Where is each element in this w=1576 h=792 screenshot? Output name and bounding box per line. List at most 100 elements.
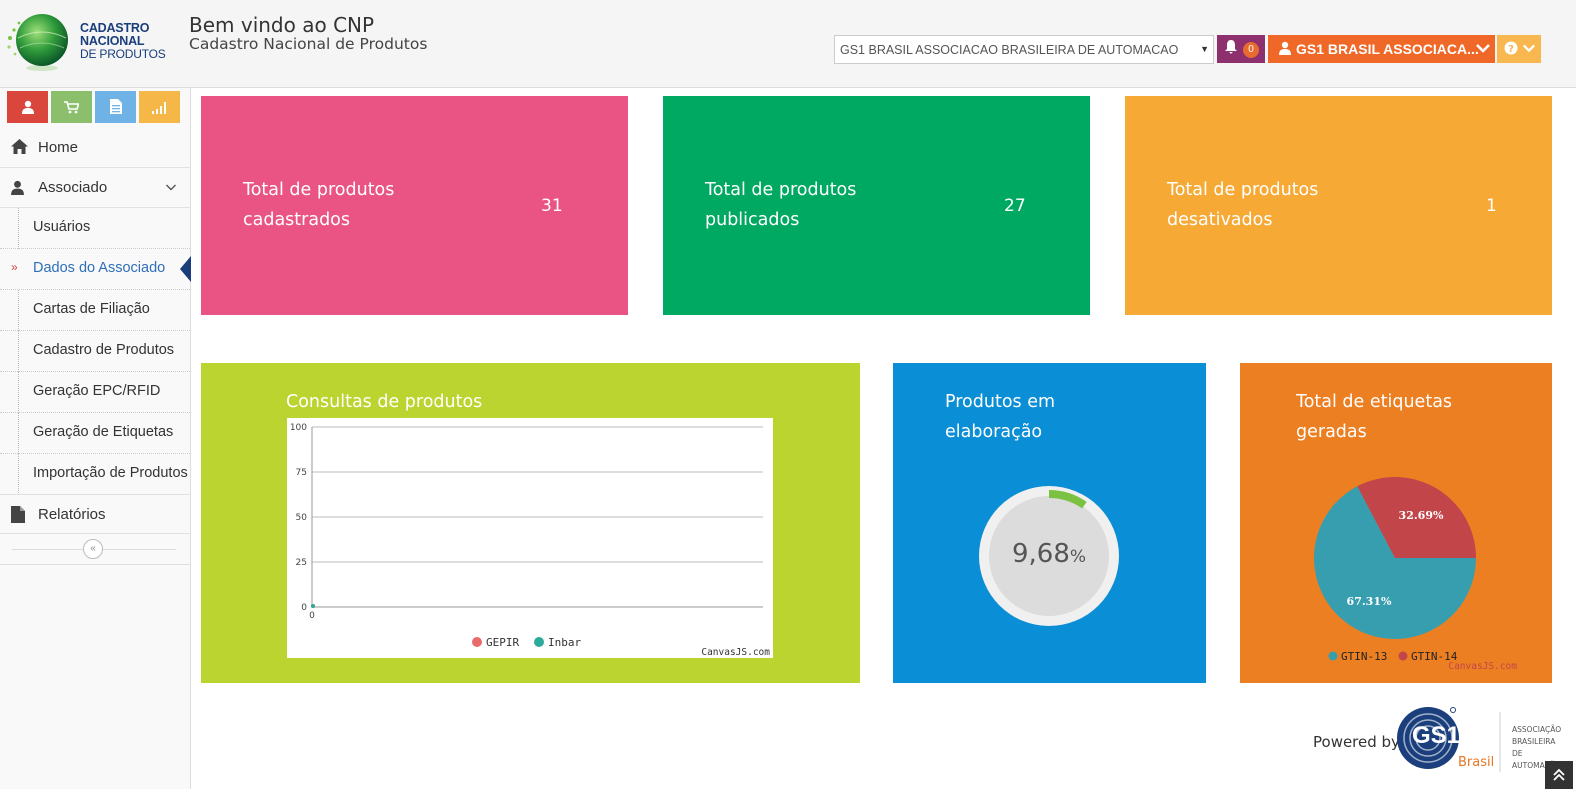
notifications-button[interactable]: 0 [1217,35,1265,63]
collapse-sidebar-button[interactable]: « [83,539,103,559]
donut-value: 9,68 [1011,539,1070,569]
chevron-down-icon [1475,40,1491,59]
tree-line [18,454,19,495]
legend-label: GTIN-13 [1341,650,1387,663]
tile-label-line1: Produtos em [945,392,1056,412]
gs1-brasil-logo: GS1 Brasil ASSOCIAÇÃO BRASILEIRA DE AUTO… [1394,706,1570,776]
tree-line [18,290,19,331]
shortcut-document-button[interactable] [95,91,136,123]
tile-label: Total de produtos desativados [1167,175,1318,235]
data-point-inbar [311,604,315,608]
powered-by-text: Powered by [1313,733,1400,751]
cnp-logo[interactable]: CADASTRO NACIONAL DE PRODUTOS [4,8,184,74]
sidebar-item-relatorios[interactable]: Relatórios [0,494,190,534]
sidebar: Home Associado Usuários » Dados do Assoc… [0,88,191,789]
chevron-down-icon [1522,42,1536,58]
signal-icon [151,102,166,114]
help-icon: ? [1504,41,1522,58]
sidebar-subitem-usuarios[interactable]: Usuários [0,208,190,249]
tile-value: 1 [1486,196,1497,216]
elaboracao-progress-donut: 9,68% [978,485,1120,627]
sidebar-subitem-importacao-de-produtos[interactable]: Importação de Produtos [0,454,190,495]
y-tick-label: 75 [296,468,307,478]
sidebar-subitem-geracao-de-etiquetas[interactable]: Geração de Etiquetas [0,413,190,454]
donut-label: 9,68% [978,539,1120,569]
divider [0,564,190,565]
legend-label: Inbar [548,636,581,649]
consultas-line-chart: 100 75 50 25 0 0 GEPIR Inbar CanvasJS.com [287,418,773,658]
sidebar-subitem-geracao-epc-rfid[interactable]: Geração EPC/RFID [0,372,190,413]
user-icon [21,100,34,114]
y-tick-label: 25 [296,558,307,568]
tile-label-line1: Total de produtos [705,180,857,200]
document-icon [109,99,122,114]
sidebar-subitem-dados-do-associado[interactable]: » Dados do Associado [0,249,191,290]
gs1-org-line2: BRASILEIRA [1512,737,1556,746]
double-chevron-left-icon: « [90,543,96,554]
notifications-badge: 0 [1243,42,1259,58]
user-name: GS1 BRASIL ASSOCIACA... [1296,41,1479,57]
legend-marker [534,637,544,647]
cart-icon [64,101,80,114]
sidebar-item-label: Associado [38,179,108,196]
sidebar-subitem-label: Cartas de Filiação [33,301,150,317]
y-tick-label: 100 [290,423,307,433]
double-chevron-up-icon [1553,768,1565,781]
x-tick-label: 0 [309,611,315,621]
sidebar-subitem-label: Importação de Produtos [33,465,188,481]
user-menu-button[interactable]: GS1 BRASIL ASSOCIACA... [1268,35,1495,63]
legend-label: GEPIR [486,636,519,649]
tile-value: 27 [1004,196,1026,216]
tile-title: Consultas de produtos [286,392,483,412]
sidebar-subitem-cadastro-de-produtos[interactable]: Cadastro de Produtos [0,331,190,372]
pie-data-label: 67.31% [1347,595,1392,608]
chevron-down-icon [165,180,177,197]
sidebar-subitem-label: Geração EPC/RFID [33,383,161,399]
y-tick-label: 50 [296,513,308,523]
sidebar-subitem-label: Dados do Associado [33,260,166,276]
welcome-title: Bem vindo ao CNP [189,13,375,37]
tile-label: Produtos em elaboração [945,387,1055,447]
tree-line [18,208,19,249]
help-button[interactable]: ? [1497,35,1541,63]
svg-text:?: ? [1508,44,1514,55]
organization-select-value: GS1 BRASIL ASSOCIACAO BRASILEIRA DE AUTO… [840,43,1179,57]
gs1-brand-subtext: Brasil [1458,755,1495,770]
user-icon [1279,41,1291,58]
tree-line [18,372,19,413]
chart-credit: CanvasJS.com [701,647,770,658]
logo-text: CADASTRO NACIONAL DE PRODUTOS [80,22,166,61]
shortcut-cart-button[interactable] [51,91,92,123]
organization-select[interactable]: GS1 BRASIL ASSOCIACAO BRASILEIRA DE AUTO… [834,35,1214,64]
sidebar-subitem-cartas-de-filiacao[interactable]: Cartas de Filiação [0,290,190,331]
bell-icon [1224,39,1238,58]
tile-label-line2: desativados [1167,210,1273,230]
legend-marker [1328,651,1338,661]
tree-line [18,413,19,454]
tile-label: Total de produtos publicados [705,175,856,235]
tile-label-line2: elaboração [945,422,1043,442]
donut-unit: % [1069,547,1087,567]
sidebar-item-associado[interactable]: Associado [0,168,190,208]
tile-label: Total de produtos cadastrados [243,175,394,235]
active-indicator [180,256,191,282]
tile-produtos-publicados[interactable]: Total de produtos publicados 27 [663,96,1090,315]
sidebar-item-label: Home [38,139,79,156]
sidebar-subitem-label: Cadastro de Produtos [33,342,175,358]
tile-label-line2: cadastrados [243,210,351,230]
user-icon [11,180,24,199]
shortcut-signal-button[interactable] [139,91,180,123]
tile-produtos-cadastrados[interactable]: Total de produtos cadastrados 31 [201,96,628,315]
sidebar-item-label: Relatórios [38,506,106,523]
gs1-brand-text: GS1 [1412,722,1461,749]
scroll-to-top-button[interactable] [1545,761,1573,789]
header: CADASTRO NACIONAL DE PRODUTOS Bem vindo … [0,0,1576,88]
sidebar-item-home[interactable]: Home [0,128,190,168]
tile-produtos-desativados[interactable]: Total de produtos desativados 1 [1125,96,1552,315]
line-chart-svg: 100 75 50 25 00 GEPIR Inbar CanvasJS.com [290,423,770,658]
chart-credit: CanvasJS.com [1448,661,1517,672]
home-icon [11,139,28,158]
shortcut-user-button[interactable] [7,91,48,123]
pie-data-label: 32.69% [1399,509,1444,522]
legend-marker [1398,651,1408,661]
